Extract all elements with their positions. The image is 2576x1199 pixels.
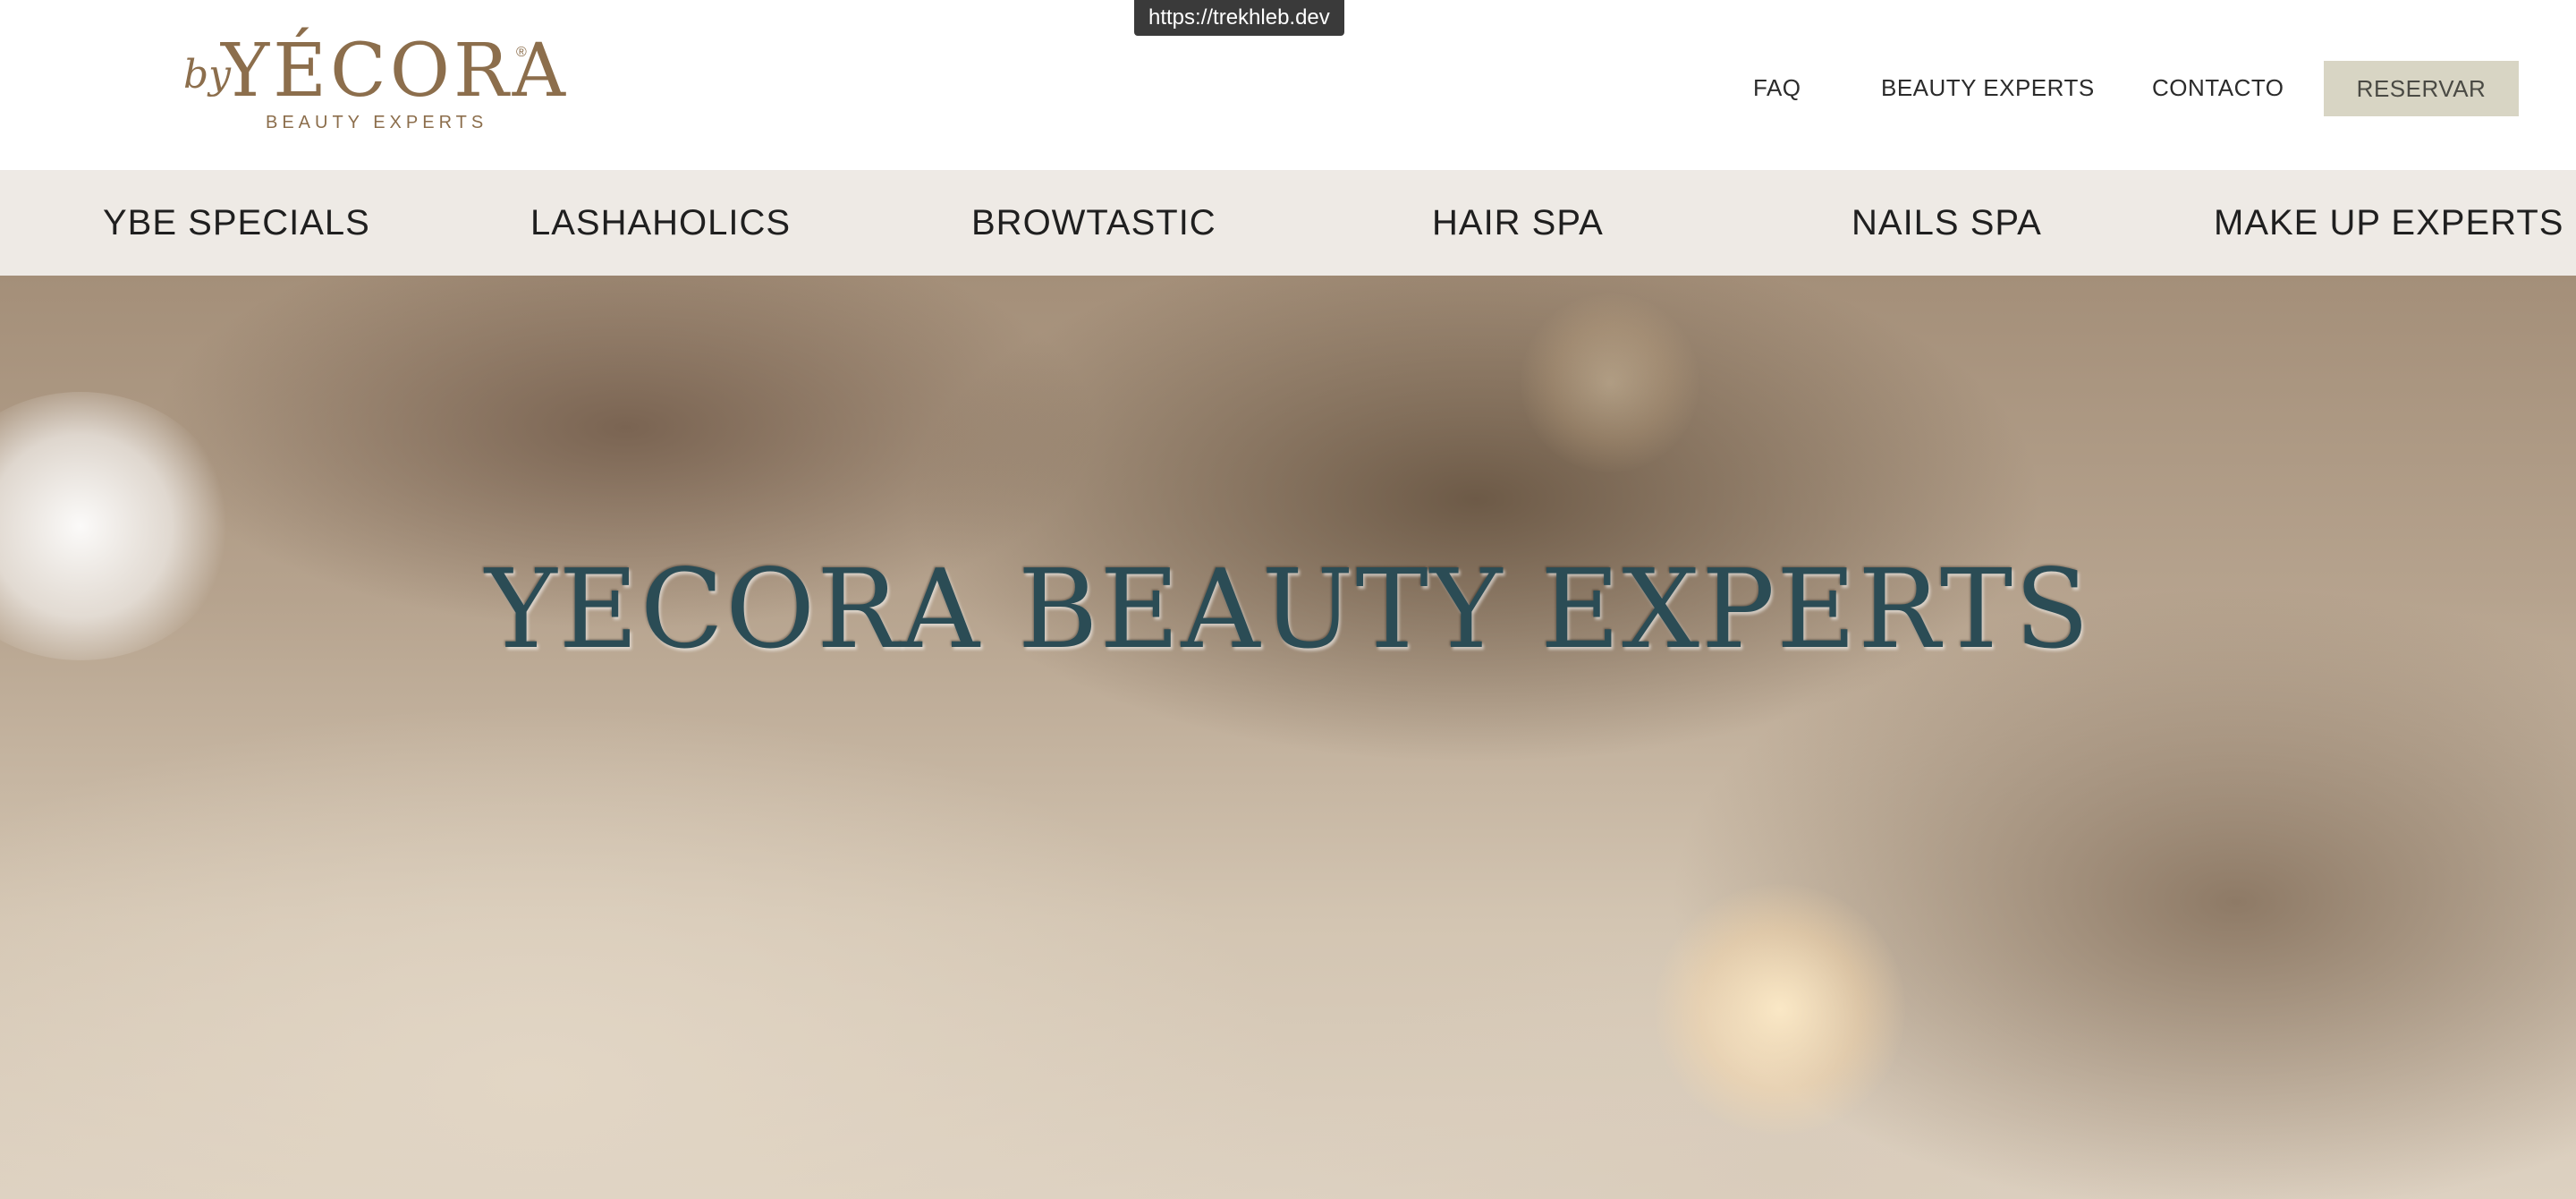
nav-beauty-experts-link[interactable]: BEAUTY EXPERTS [1881,72,2095,104]
category-nails-spa[interactable]: NAILS SPA [1852,202,2042,243]
category-make-up-experts[interactable]: MAKE UP EXPERTS [2214,202,2563,243]
bokeh-light [1655,884,1905,1135]
nav-contacto-link[interactable]: CONTACTO [2152,72,2284,104]
hero-section: YECORA BEAUTY EXPERTS [0,276,2576,1199]
link-preview-tooltip: https://trekhleb.dev [1134,0,1344,36]
category-nav: YBE SPECIALS LASHAHOLICS BROWTASTIC HAIR… [0,170,2576,276]
logo-tagline: BEAUTY EXPERTS [266,113,488,132]
nav-faq-link[interactable]: FAQ [1753,72,1801,104]
category-hair-spa[interactable]: HAIR SPA [1432,202,1604,243]
reservar-button[interactable]: RESERVAR [2324,61,2519,116]
logo-wordmark: YÉCORA [221,29,569,114]
site-header: by YÉCORA ® BEAUTY EXPERTS https://trekh… [0,0,2576,170]
bokeh-light [1521,293,1699,472]
yecora-logo[interactable]: by YÉCORA ® BEAUTY EXPERTS [183,29,565,136]
category-ybe-specials[interactable]: YBE SPECIALS [103,202,370,243]
category-browtastic[interactable]: BROWTASTIC [971,202,1216,243]
category-lashaholics[interactable]: LASHAHOLICS [530,202,791,243]
hero-title: YECORA BEAUTY EXPERTS [485,546,2091,673]
registered-mark: ® [516,45,527,60]
